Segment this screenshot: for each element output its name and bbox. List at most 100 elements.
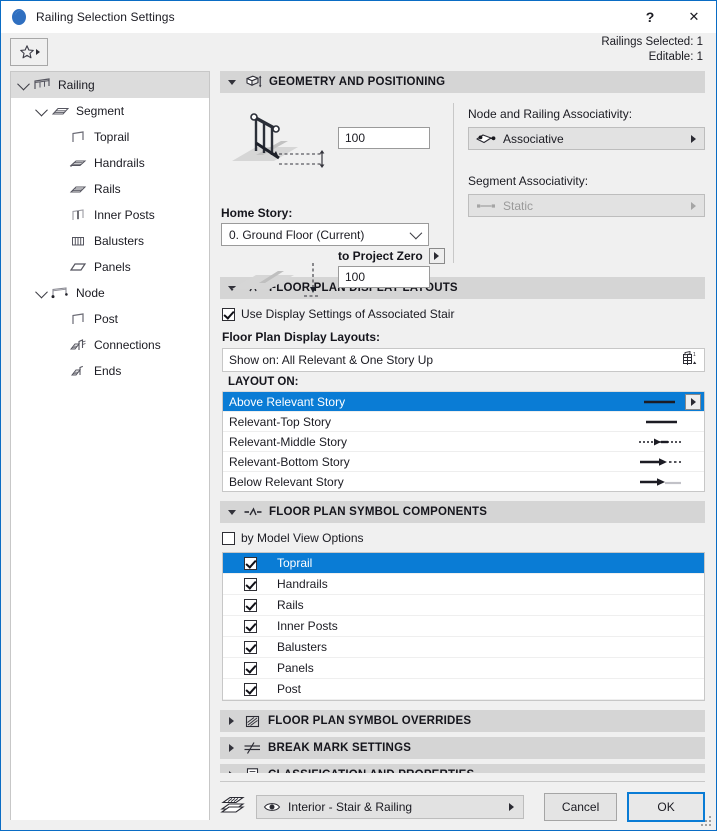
- show-on-row[interactable]: Show on: All Relevant & One Story Up 1: [222, 348, 705, 372]
- symbol-component-row[interactable]: Rails: [223, 595, 704, 616]
- symbol-component-label: Toprail: [277, 556, 312, 570]
- layout-on-row[interactable]: Relevant-Bottom Story: [223, 452, 704, 472]
- railing-height-preview-icon: [226, 103, 334, 178]
- sidebar-item-ends[interactable]: Ends: [11, 358, 209, 384]
- use-stair-display-settings-checkbox[interactable]: [222, 308, 235, 321]
- home-story-combo[interactable]: 0. Ground Floor (Current): [221, 223, 429, 246]
- project-zero-input[interactable]: 100: [338, 266, 430, 288]
- railing-icon: [31, 77, 53, 93]
- chevron-down-icon[interactable]: [33, 289, 49, 298]
- help-button[interactable]: ?: [628, 1, 672, 33]
- sidebar-item-handrails[interactable]: Handrails: [11, 150, 209, 176]
- railing-height-input[interactable]: 100: [338, 127, 430, 149]
- section-header-floor-plan-symbol-overrides[interactable]: FLOOR PLAN SYMBOL OVERRIDES: [220, 710, 705, 732]
- segment-associativity-popup: Static: [468, 194, 705, 217]
- section-title-geometry: GEOMETRY AND POSITIONING: [269, 76, 445, 88]
- connections-icon: [67, 337, 89, 353]
- sidebar-item-toprail[interactable]: Toprail: [11, 124, 209, 150]
- symbol-component-checkbox[interactable]: [244, 599, 257, 612]
- symbol-component-label: Balusters: [277, 640, 327, 654]
- symbol-component-row[interactable]: Handrails: [223, 574, 704, 595]
- layout-on-popup-button[interactable]: [685, 394, 701, 410]
- layer-value: Interior - Stair & Railing: [288, 800, 509, 814]
- sidebar-item-node[interactable]: Node: [11, 280, 209, 306]
- chevron-down-icon[interactable]: [15, 81, 31, 90]
- sidebar-item-post[interactable]: Post: [11, 306, 209, 332]
- section-header-geometry[interactable]: GEOMETRY AND POSITIONING: [220, 71, 705, 93]
- symbol-component-row[interactable]: Toprail: [223, 553, 704, 574]
- symbol-components-list[interactable]: Toprail Handrails Rails Inner Posts Baluster…: [222, 552, 705, 701]
- symbol-component-label: Post: [277, 682, 301, 696]
- section-header-classification-and-properties[interactable]: CLASSIFICATION AND PROPERTIES: [220, 764, 705, 773]
- layout-on-row[interactable]: Below Relevant Story: [223, 472, 704, 491]
- symbol-component-label: Inner Posts: [277, 619, 338, 633]
- chevron-down-icon: [410, 227, 423, 240]
- symbol-component-label: Rails: [277, 598, 304, 612]
- handrails-icon: [67, 155, 89, 171]
- geometry-content: 100 Home Story: 0. Ground Floor (Current…: [220, 93, 705, 277]
- layout-on-row-label: Relevant-Top Story: [229, 415, 643, 429]
- ok-button[interactable]: OK: [627, 792, 705, 822]
- sidebar-item-connections[interactable]: Connections: [11, 332, 209, 358]
- segment-associativity-label: Segment Associativity:: [468, 174, 705, 188]
- balusters-icon: [67, 233, 89, 249]
- toprail-icon: [67, 129, 89, 145]
- layout-on-list[interactable]: Above Relevant Story Relevant-Top Story Re…: [222, 392, 705, 492]
- symbol-component-checkbox[interactable]: [244, 683, 257, 696]
- sidebar-item-label: Rails: [94, 182, 121, 196]
- use-stair-display-settings-checkbox-row[interactable]: Use Display Settings of Associated Stair: [222, 307, 705, 321]
- sidebar-item-panels[interactable]: Panels: [11, 254, 209, 280]
- chevron-down-icon: [228, 510, 236, 515]
- sidebar-item-balusters[interactable]: Balusters: [11, 228, 209, 254]
- symbol-component-row[interactable]: Inner Posts: [223, 616, 704, 637]
- symbol-components-content: by Model View Options Toprail Handrails Ra…: [220, 523, 705, 701]
- favorites-button[interactable]: [10, 38, 48, 66]
- checkbox-cell: [223, 641, 277, 654]
- layout-on-row[interactable]: Relevant-Middle Story: [223, 432, 704, 452]
- resize-grip[interactable]: [701, 816, 713, 828]
- sidebar-item-label: Connections: [94, 338, 161, 352]
- chevron-down-icon[interactable]: [33, 107, 49, 116]
- section-title: CLASSIFICATION AND PROPERTIES: [268, 769, 474, 773]
- section-header-break-mark-settings[interactable]: BREAK MARK SETTINGS: [220, 737, 705, 759]
- symbol-component-row[interactable]: Balusters: [223, 637, 704, 658]
- symbol-component-row[interactable]: Post: [223, 679, 704, 700]
- sidebar-item-rails[interactable]: Rails: [11, 176, 209, 202]
- by-model-view-options-checkbox[interactable]: [222, 532, 235, 545]
- sidebar-item-inner-posts[interactable]: Inner Posts: [11, 202, 209, 228]
- section-title: FLOOR PLAN SYMBOL OVERRIDES: [268, 715, 471, 727]
- sidebar-item-segment[interactable]: Segment: [11, 98, 209, 124]
- section-title-symbol-components: FLOOR PLAN SYMBOL COMPONENTS: [269, 506, 487, 518]
- by-model-view-options-checkbox-row[interactable]: by Model View Options: [222, 531, 705, 545]
- star-icon: [19, 44, 35, 60]
- symbol-component-label: Handrails: [277, 577, 328, 591]
- symbol-component-checkbox[interactable]: [244, 641, 257, 654]
- svg-text:1: 1: [693, 352, 696, 358]
- home-story-value: 0. Ground Floor (Current): [229, 228, 410, 242]
- section-header-symbol-components[interactable]: FLOOR PLAN SYMBOL COMPONENTS: [220, 501, 705, 523]
- node-icon: [49, 285, 71, 301]
- layer-combo[interactable]: Interior - Stair & Railing: [256, 795, 524, 819]
- node-associativity-popup[interactable]: Associative: [468, 127, 705, 150]
- use-stair-display-settings-label: Use Display Settings of Associated Stair: [241, 307, 454, 321]
- symbol-component-checkbox[interactable]: [244, 557, 257, 570]
- settings-tree[interactable]: RailingSegmentToprailHandrails Rails Inner…: [10, 71, 210, 820]
- panels-icon: [67, 259, 89, 275]
- home-story-label: Home Story:: [221, 206, 292, 220]
- sidebar-item-railing[interactable]: Railing: [11, 72, 209, 98]
- project-zero-popup-button[interactable]: [429, 248, 445, 264]
- symbol-component-checkbox[interactable]: [244, 620, 257, 633]
- by-model-view-options-label: by Model View Options: [241, 531, 364, 545]
- inner-posts-icon: [67, 207, 89, 223]
- node-associativity-label: Node and Railing Associativity:: [468, 107, 705, 121]
- layout-on-row[interactable]: Relevant-Top Story: [223, 412, 704, 432]
- railing-selection-settings-dialog: Railing Selection Settings ? ✕ Railings …: [0, 0, 717, 831]
- symbol-components-icon: [243, 506, 263, 518]
- symbol-component-checkbox[interactable]: [244, 578, 257, 591]
- symbol-component-row[interactable]: Panels: [223, 658, 704, 679]
- line-style-solid-icon: [643, 416, 683, 428]
- symbol-component-checkbox[interactable]: [244, 662, 257, 675]
- close-button[interactable]: ✕: [672, 1, 716, 33]
- cancel-button[interactable]: Cancel: [544, 793, 617, 821]
- layout-on-row[interactable]: Above Relevant Story: [223, 392, 704, 412]
